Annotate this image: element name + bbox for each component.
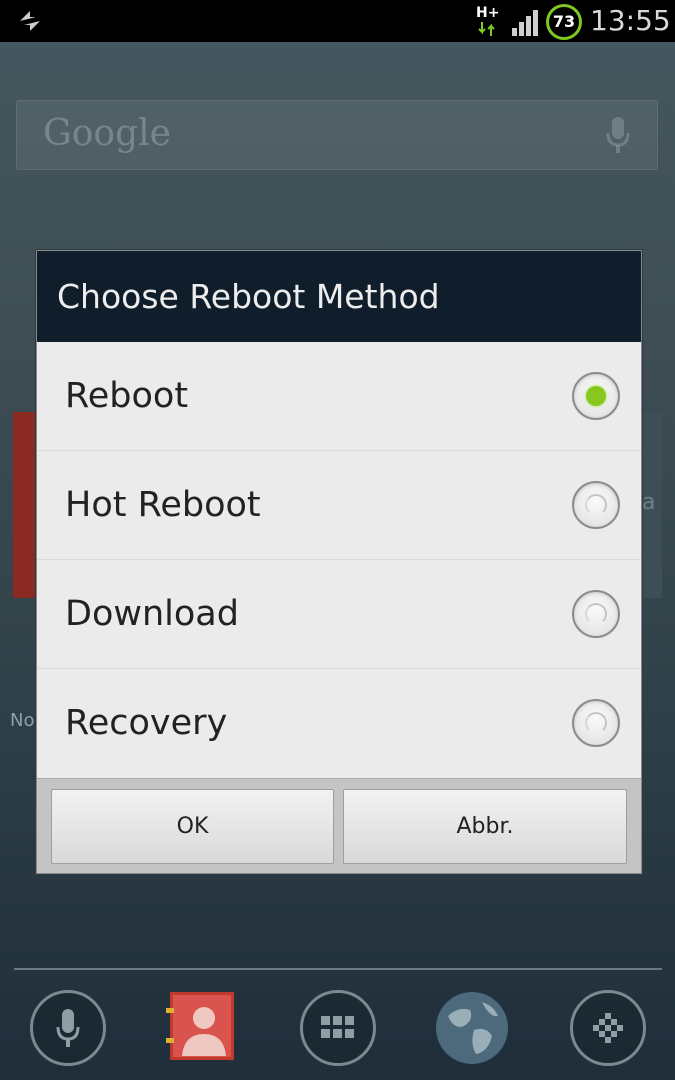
sync-icon	[20, 11, 40, 31]
reboot-dialog: Choose Reboot Method Reboot Hot Reboot D…	[36, 250, 642, 874]
radio-button[interactable]	[572, 699, 620, 747]
apps-icon	[321, 1016, 354, 1038]
ok-button[interactable]: OK	[51, 789, 334, 864]
reboot-option-list: Reboot Hot Reboot Download Recovery	[37, 342, 641, 778]
widget-left-text: No	[10, 710, 35, 731]
dialog-title: Choose Reboot Method	[57, 277, 440, 316]
radio-selected-dot	[586, 386, 606, 406]
dialog-header: Choose Reboot Method	[37, 251, 641, 342]
dock-contacts[interactable]	[166, 990, 242, 1066]
radio-button[interactable]	[572, 481, 620, 529]
option-label: Hot Reboot	[65, 485, 261, 525]
dock-divider	[14, 968, 662, 970]
option-label: Reboot	[65, 376, 189, 416]
radio-ring	[585, 603, 607, 625]
voice-search-icon[interactable]	[605, 115, 631, 155]
option-label: Download	[65, 594, 239, 634]
globe-icon	[436, 992, 508, 1064]
radio-button[interactable]	[572, 590, 620, 638]
google-logo: Google	[43, 113, 171, 154]
dock-apps[interactable]	[300, 990, 376, 1066]
option-download[interactable]: Download	[37, 560, 641, 669]
option-hot-reboot[interactable]: Hot Reboot	[37, 451, 641, 560]
google-search-bar[interactable]: Google	[16, 100, 658, 170]
dialog-button-bar: OK Abbr.	[37, 778, 641, 873]
battery-level: 73	[552, 12, 576, 31]
dock-browser[interactable]	[434, 990, 510, 1066]
network-type-icon: H+	[476, 5, 500, 37]
status-bar: H+ 73 13:55	[0, 0, 675, 42]
mic-icon	[56, 1009, 80, 1047]
radio-ring	[585, 712, 607, 734]
dock-app-drawer[interactable]	[570, 990, 646, 1066]
grid-icon	[593, 1013, 623, 1043]
network-type-label: H+	[476, 5, 500, 21]
option-label: Recovery	[65, 703, 228, 743]
option-recovery[interactable]: Recovery	[37, 669, 641, 778]
radio-button-selected[interactable]	[572, 372, 620, 420]
battery-icon: 73	[546, 4, 582, 40]
status-time: 13:55	[590, 4, 671, 37]
signal-icon	[512, 10, 538, 36]
radio-ring	[585, 494, 607, 516]
contacts-icon	[166, 992, 234, 1060]
cancel-button[interactable]: Abbr.	[343, 789, 627, 864]
widget-right-text: a	[642, 490, 656, 515]
option-reboot[interactable]: Reboot	[37, 342, 641, 451]
dock-mic[interactable]	[30, 990, 106, 1066]
